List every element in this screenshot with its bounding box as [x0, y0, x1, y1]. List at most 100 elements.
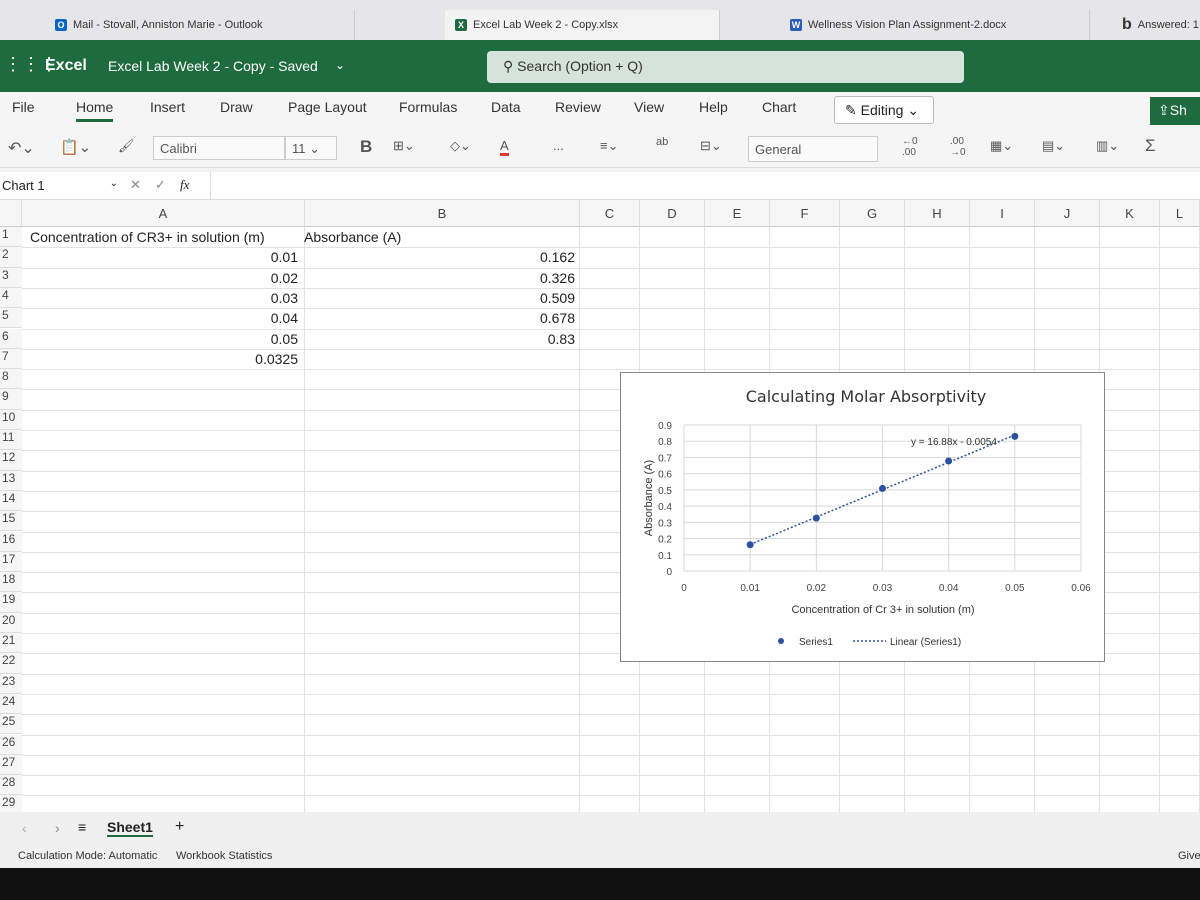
document-title[interactable]: Excel Lab Week 2 - Copy - Saved [108, 58, 318, 74]
merge-icon[interactable]: ⊟⌄ [700, 138, 722, 154]
tab-review[interactable]: Review [555, 99, 601, 115]
tab-home[interactable]: Home [76, 99, 114, 122]
browser-tab-bing[interactable]: b Answered: 1 [1112, 10, 1200, 40]
row-header-26[interactable]: 26 [0, 734, 22, 755]
row-header-12[interactable]: 12 [0, 450, 22, 471]
cancel-icon[interactable]: ✕ [130, 177, 141, 193]
wrap-text-icon[interactable]: ab [656, 136, 668, 148]
column-header-i[interactable]: I [970, 200, 1035, 227]
share-button[interactable]: ⇪Sh [1150, 97, 1200, 125]
chart-1[interactable]: Calculating Molar Absorptivity 0 0.1 0.2 0.3… [620, 372, 1105, 662]
prev-sheet-icon[interactable]: ‹ [22, 820, 27, 836]
cell-a6[interactable]: 0.05 [178, 329, 298, 349]
column-header-h[interactable]: H [905, 200, 970, 227]
tab-help[interactable]: Help [699, 99, 728, 115]
row-header-20[interactable]: 20 [0, 612, 22, 633]
column-header-j[interactable]: J [1035, 200, 1100, 227]
row-header-10[interactable]: 10 [0, 409, 22, 430]
font-color-icon[interactable]: A [500, 138, 509, 156]
cell-b4[interactable]: 0.509 [455, 288, 575, 308]
increase-decimal-icon[interactable]: ←0.00 [902, 136, 918, 158]
browser-tab-word[interactable]: W Wellness Vision Plan Assignment-2.docx [780, 10, 1090, 40]
tab-file[interactable]: File [12, 99, 35, 115]
row-header-28[interactable]: 28 [0, 775, 22, 796]
row-header-17[interactable]: 17 [0, 551, 22, 573]
fill-color-icon[interactable]: ◇⌄ [450, 138, 471, 154]
tab-draw[interactable]: Draw [220, 99, 253, 115]
function-icon[interactable]: fx [180, 177, 189, 193]
cell-a5[interactable]: 0.04 [178, 308, 298, 328]
row-header-27[interactable]: 27 [0, 754, 22, 776]
bold-button[interactable]: B [360, 137, 372, 157]
row-header-8[interactable]: 8 [0, 369, 22, 390]
decrease-decimal-icon[interactable]: .00 →0 [950, 136, 966, 158]
row-header-13[interactable]: 13 [0, 470, 22, 491]
row-header-1[interactable]: 1 [0, 227, 22, 248]
conditional-format-icon[interactable]: ▦⌄ [990, 138, 1013, 154]
column-header-e[interactable]: E [705, 200, 770, 227]
paste-icon[interactable]: 📋⌄ [60, 138, 91, 156]
borders-icon[interactable]: ⊞⌄ [393, 138, 415, 154]
cell-a2[interactable]: 0.01 [178, 247, 298, 267]
cell-b5[interactable]: 0.678 [455, 308, 575, 328]
row-header-14[interactable]: 14 [0, 490, 22, 512]
font-name-select[interactable]: Calibri [153, 136, 285, 160]
search-input[interactable]: ⚲ Search (Option + Q) [487, 51, 964, 83]
row-header-3[interactable]: 3 [0, 267, 22, 288]
column-header-l[interactable]: L [1160, 200, 1200, 227]
browser-tab-excel[interactable]: X Excel Lab Week 2 - Copy.xlsx [445, 10, 720, 40]
column-header-c[interactable]: C [580, 200, 640, 227]
tab-formulas[interactable]: Formulas [399, 99, 457, 115]
column-header-b[interactable]: B [305, 200, 580, 227]
row-header-21[interactable]: 21 [0, 633, 22, 654]
tab-data[interactable]: Data [491, 99, 521, 115]
autosum-button[interactable]: Σ [1145, 136, 1156, 156]
column-header-k[interactable]: K [1100, 200, 1160, 227]
cell-b1[interactable]: Absorbance (A) [304, 227, 401, 247]
calc-mode[interactable]: Calculation Mode: Automatic [18, 850, 157, 862]
row-header-11[interactable]: 11 [0, 430, 22, 451]
tab-view[interactable]: View [634, 99, 664, 115]
more-button[interactable]: ... [553, 138, 564, 153]
editing-mode-button[interactable]: ✎ Editing ⌄ [834, 96, 934, 124]
row-header-9[interactable]: 9 [0, 389, 22, 410]
cell-a7[interactable]: 0.0325 [178, 349, 298, 369]
tab-page-layout[interactable]: Page Layout [288, 99, 367, 115]
browser-tab-outlook[interactable]: O Mail - Stovall, Anniston Marie - Outloo… [45, 10, 355, 40]
add-sheet-button[interactable]: + [175, 818, 184, 836]
format-table-icon[interactable]: ▤⌄ [1042, 138, 1065, 154]
column-header-a[interactable]: A [22, 200, 305, 227]
row-header-24[interactable]: 24 [0, 693, 22, 715]
column-header-f[interactable]: F [770, 200, 840, 227]
row-header-5[interactable]: 5 [0, 308, 22, 329]
sheet-tab-sheet1[interactable]: Sheet1 [107, 819, 153, 837]
cell-b6[interactable]: 0.83 [455, 329, 575, 349]
chevron-down-icon[interactable]: ⌄ [335, 58, 345, 72]
column-header-g[interactable]: G [840, 200, 905, 227]
cell-a4[interactable]: 0.03 [178, 288, 298, 308]
column-header-d[interactable]: D [640, 200, 705, 227]
row-header-7[interactable]: 7 [0, 348, 22, 370]
formula-input[interactable] [210, 172, 1200, 200]
cell-b3[interactable]: 0.326 [455, 268, 575, 288]
select-all-corner[interactable] [0, 200, 22, 227]
cell-styles-icon[interactable]: ▥⌄ [1096, 138, 1119, 154]
row-header-22[interactable]: 22 [0, 653, 22, 674]
cell-a1[interactable]: Concentration of CR3+ in solution (m) [30, 227, 265, 247]
row-header-2[interactable]: 2 [0, 247, 22, 268]
row-header-18[interactable]: 18 [0, 572, 22, 593]
name-box[interactable]: Chart 1 ⌄ [0, 172, 120, 200]
give-feedback[interactable]: Give [1178, 850, 1200, 862]
tab-chart[interactable]: Chart [762, 99, 796, 115]
enter-icon[interactable]: ✓ [155, 177, 166, 193]
row-header-23[interactable]: 23 [0, 673, 22, 694]
row-header-4[interactable]: 4 [0, 287, 22, 309]
undo-icon[interactable]: ↶⌄ [8, 138, 35, 158]
number-format-select[interactable]: General [748, 136, 878, 162]
cell-a3[interactable]: 0.02 [178, 268, 298, 288]
font-size-select[interactable]: 11 ⌄ [285, 136, 337, 160]
workbook-statistics[interactable]: Workbook Statistics [176, 850, 272, 862]
row-header-15[interactable]: 15 [0, 511, 22, 532]
cell-b2[interactable]: 0.162 [455, 247, 575, 267]
row-header-25[interactable]: 25 [0, 714, 22, 735]
